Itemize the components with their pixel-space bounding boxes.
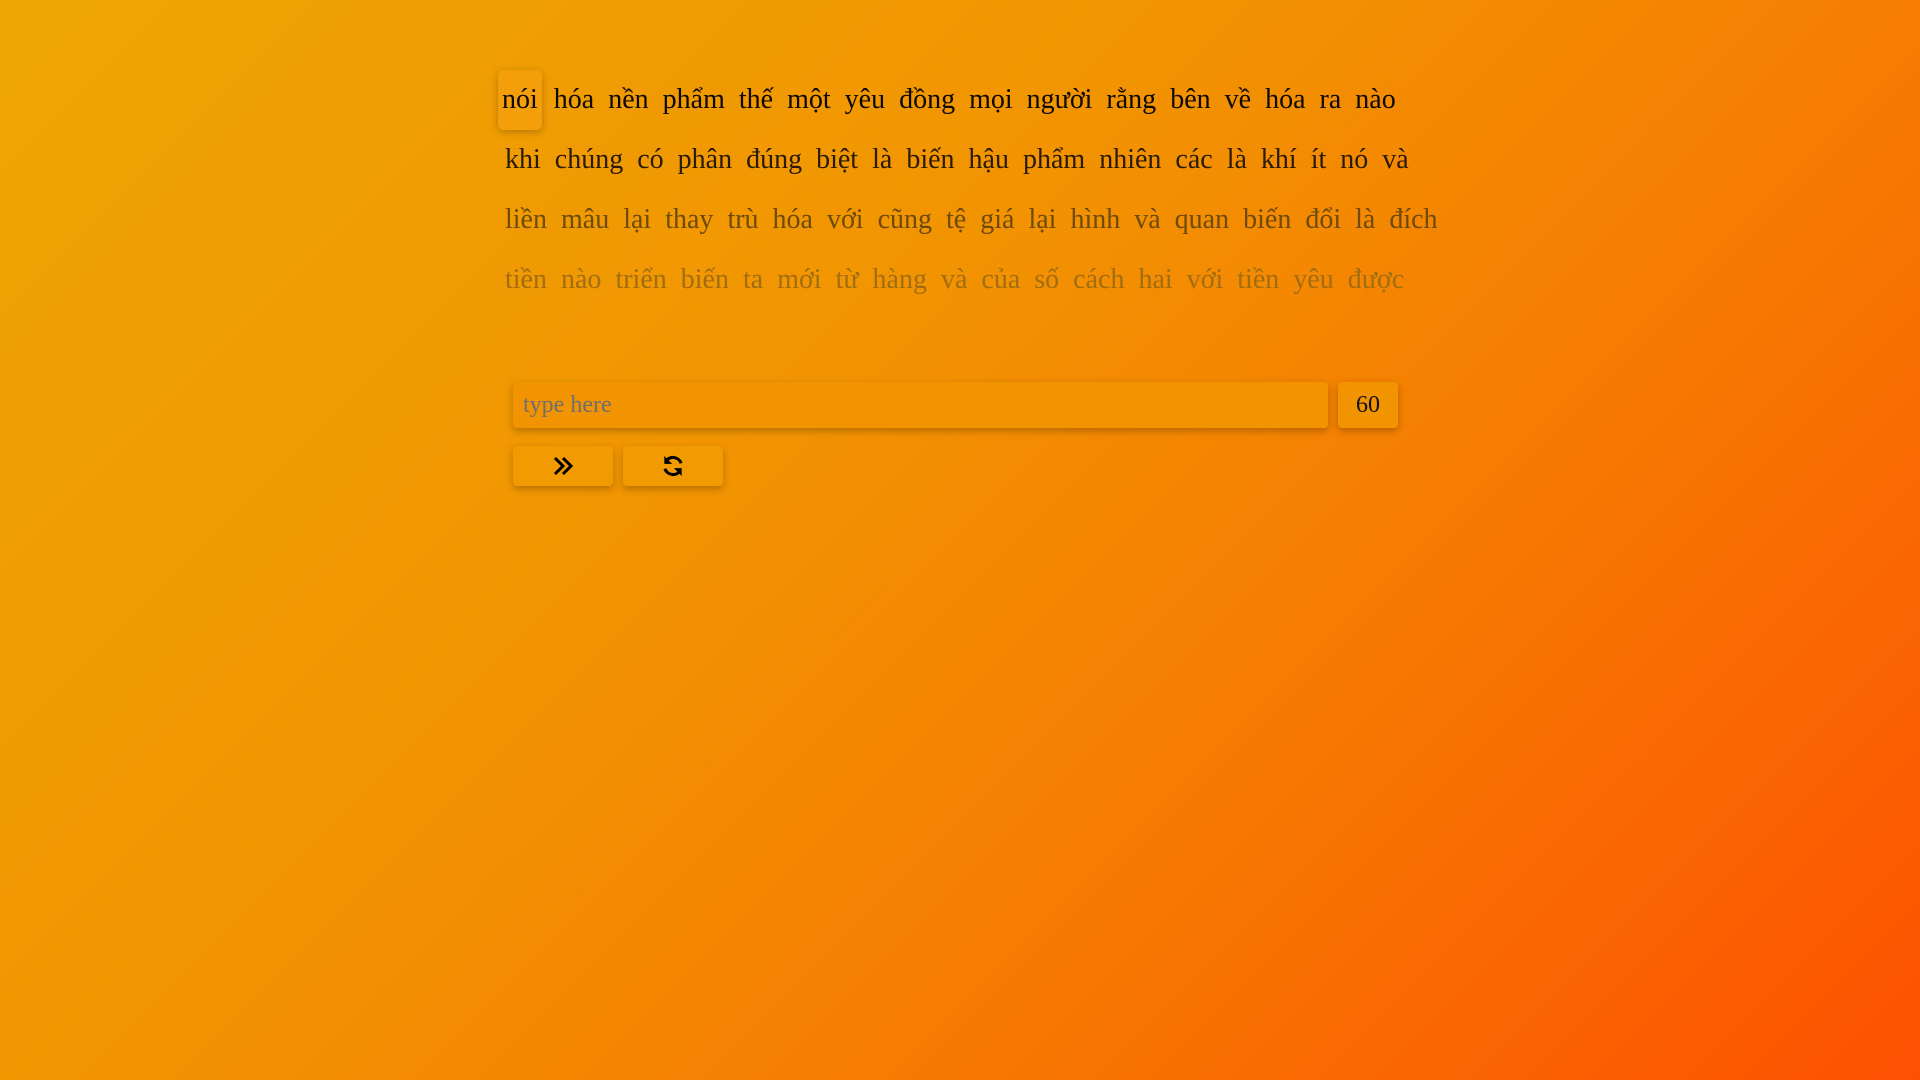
word: phẩm [1022,144,1086,175]
word: thế [738,84,774,115]
word: tệ [946,204,967,235]
double-chevron-right-icon [553,456,574,476]
word: chúng [554,144,624,175]
restart-button[interactable] [623,446,723,486]
word: là [872,144,893,175]
word: biệt [816,144,859,175]
word: phẩm [662,84,725,115]
word: quan [1174,204,1230,235]
word: là [1226,144,1247,175]
word: hóa [772,204,813,235]
word: người [1026,84,1093,115]
word: khí [1260,144,1297,175]
word: mới [777,264,822,295]
word: nhiên [1099,144,1162,175]
word: của [981,264,1021,295]
word: lại [623,204,652,235]
word: hậu [968,144,1009,175]
word: là [1355,204,1376,235]
word: biến [680,264,729,295]
word: từ [835,264,859,295]
button-row [513,446,1403,486]
word: số [1034,264,1060,295]
word: với [1186,264,1224,295]
word: đồng [899,84,956,115]
word: hàng [872,264,927,295]
word: nền [608,84,649,115]
word: thay [665,204,714,235]
word: bên [1170,84,1211,115]
word: cũng [877,204,933,235]
word: nào [1355,84,1396,115]
controls: 60 [513,382,1403,486]
word: giá [980,204,1015,235]
word-line: nói hóa nền phẩm thế một yêu đồng mọi người rằng bê… [498,70,1423,130]
word: hai [1138,264,1173,295]
word: các [1175,144,1213,175]
refresh-icon [663,455,683,477]
word: hóa [1265,84,1306,115]
word-line: liền mâu lại thay trù hóa với cũng tệ giá lại hình v… [503,190,1438,250]
word: biến [1243,204,1292,235]
word: tiền [1237,264,1280,295]
input-row: 60 [513,382,1403,428]
word: liền [505,204,547,235]
word: triển [615,264,667,295]
typing-test-app: nói hóa nền phẩm thế một yêu đồng mọi người rằng bê… [498,70,1438,486]
word: ra [1319,84,1342,115]
word: mâu [561,204,610,235]
word: hóa [553,84,595,115]
word: đích [1389,204,1438,235]
word: tiền [505,264,547,295]
word: phân [677,144,733,175]
word: mọi [969,84,1013,115]
typing-input[interactable] [513,382,1328,428]
word: và [1134,204,1161,235]
word: cách [1073,264,1125,295]
current-word: nói [498,70,542,130]
word: đúng [746,144,803,175]
word: biến [906,144,955,175]
word: đổi [1305,204,1342,235]
word: yêu [844,84,886,115]
word: ít [1310,144,1327,175]
word: nó [1340,144,1369,175]
word-line: tiền nào triển biến ta mới từ hàng và của số cách ha… [503,250,1423,310]
word: về [1224,84,1252,115]
word-line: khi chúng có phân đúng biệt là biến hậu phẩm nhiên… [503,130,1423,190]
timer-display: 60 [1338,382,1398,428]
word: và [1382,144,1409,175]
word: rằng [1106,84,1157,115]
word: lại [1028,204,1057,235]
word: và [940,264,968,295]
word: có [637,144,664,175]
word-display: nói hóa nền phẩm thế một yêu đồng mọi người rằng bê… [498,70,1438,310]
word: trù [727,204,759,235]
word: với [826,204,864,235]
word: yêu [1293,264,1334,295]
word: nào [561,264,602,295]
word: hình [1070,204,1121,235]
word: một [787,84,831,115]
word: ta [742,264,764,295]
next-button[interactable] [513,446,613,486]
word: được [1347,264,1405,295]
word: khi [505,144,541,175]
